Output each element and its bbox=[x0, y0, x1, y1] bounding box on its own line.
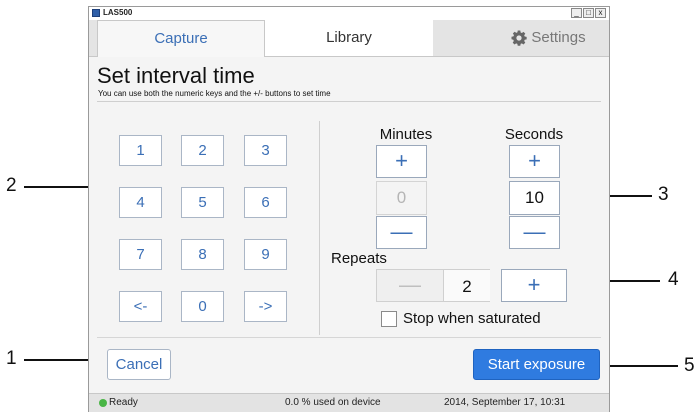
key-3[interactable]: 3 bbox=[244, 135, 287, 166]
status-bar: Ready 0.0 % used on device 2014, Septemb… bbox=[89, 393, 609, 412]
seconds-label: Seconds bbox=[504, 126, 564, 143]
status-state: Ready bbox=[109, 397, 138, 408]
seconds-value[interactable]: 10 bbox=[509, 181, 560, 215]
key-1[interactable]: 1 bbox=[119, 135, 162, 166]
tab-bar: Capture Library Settings bbox=[89, 20, 609, 57]
title-bar: LAS500 _ □ x bbox=[89, 7, 609, 20]
minutes-minus-button[interactable]: — bbox=[376, 216, 427, 249]
callout-line-5 bbox=[602, 365, 678, 367]
header-divider bbox=[97, 101, 601, 102]
repeats-minus-button[interactable]: — bbox=[376, 269, 444, 302]
key-2[interactable]: 2 bbox=[181, 135, 224, 166]
callout-3: 3 bbox=[658, 184, 669, 205]
footer-divider bbox=[97, 337, 601, 338]
key-forward[interactable]: -> bbox=[244, 291, 287, 322]
callout-line-1 bbox=[24, 359, 98, 361]
status-datetime: 2014, September 17, 10:31 bbox=[444, 397, 566, 408]
app-window: LAS500 _ □ x Capture Library Settings Se… bbox=[88, 6, 610, 412]
seconds-minus-button[interactable]: — bbox=[509, 216, 560, 249]
key-0[interactable]: 0 bbox=[181, 291, 224, 322]
key-backspace[interactable]: <- bbox=[119, 291, 162, 322]
callout-1: 1 bbox=[6, 348, 17, 369]
repeats-plus-button[interactable]: + bbox=[501, 269, 567, 302]
status-storage-used: 0.0 % used on device bbox=[285, 397, 381, 408]
stop-when-saturated-checkbox[interactable] bbox=[381, 311, 397, 327]
minutes-plus-button[interactable]: + bbox=[376, 145, 427, 178]
numeric-keypad: 1 2 3 4 5 6 7 8 9 <- 0 -> bbox=[119, 135, 299, 325]
gear-icon bbox=[511, 30, 528, 46]
app-icon bbox=[92, 9, 100, 17]
minutes-label: Minutes bbox=[379, 126, 433, 143]
window-title: LAS500 bbox=[103, 8, 133, 17]
tab-settings[interactable]: Settings bbox=[493, 20, 603, 56]
stop-when-saturated-label: Stop when saturated bbox=[403, 310, 541, 327]
callout-4: 4 bbox=[668, 269, 679, 290]
tab-settings-label: Settings bbox=[531, 29, 586, 46]
maximize-button[interactable]: □ bbox=[583, 8, 594, 18]
key-5[interactable]: 5 bbox=[181, 187, 224, 218]
minimize-button[interactable]: _ bbox=[571, 8, 582, 18]
seconds-plus-button[interactable]: + bbox=[509, 145, 560, 178]
page-title: Set interval time bbox=[97, 63, 255, 88]
close-button[interactable]: x bbox=[595, 8, 606, 18]
key-7[interactable]: 7 bbox=[119, 239, 162, 270]
repeats-label: Repeats bbox=[331, 250, 387, 267]
cancel-button[interactable]: Cancel bbox=[107, 349, 171, 380]
tab-capture[interactable]: Capture bbox=[97, 20, 265, 57]
tab-library[interactable]: Library bbox=[265, 20, 433, 56]
start-exposure-button[interactable]: Start exposure bbox=[473, 349, 600, 380]
key-8[interactable]: 8 bbox=[181, 239, 224, 270]
key-4[interactable]: 4 bbox=[119, 187, 162, 218]
page-subtitle: You can use both the numeric keys and th… bbox=[98, 89, 331, 98]
key-9[interactable]: 9 bbox=[244, 239, 287, 270]
key-6[interactable]: 6 bbox=[244, 187, 287, 218]
panel-divider bbox=[319, 121, 320, 335]
minutes-value[interactable]: 0 bbox=[376, 181, 427, 215]
window-controls: _ □ x bbox=[571, 8, 606, 19]
repeats-value[interactable]: 2 bbox=[444, 269, 490, 302]
callout-line-2 bbox=[24, 186, 98, 188]
callout-5: 5 bbox=[684, 355, 695, 376]
callout-2: 2 bbox=[6, 175, 17, 196]
status-ok-icon bbox=[99, 399, 107, 407]
